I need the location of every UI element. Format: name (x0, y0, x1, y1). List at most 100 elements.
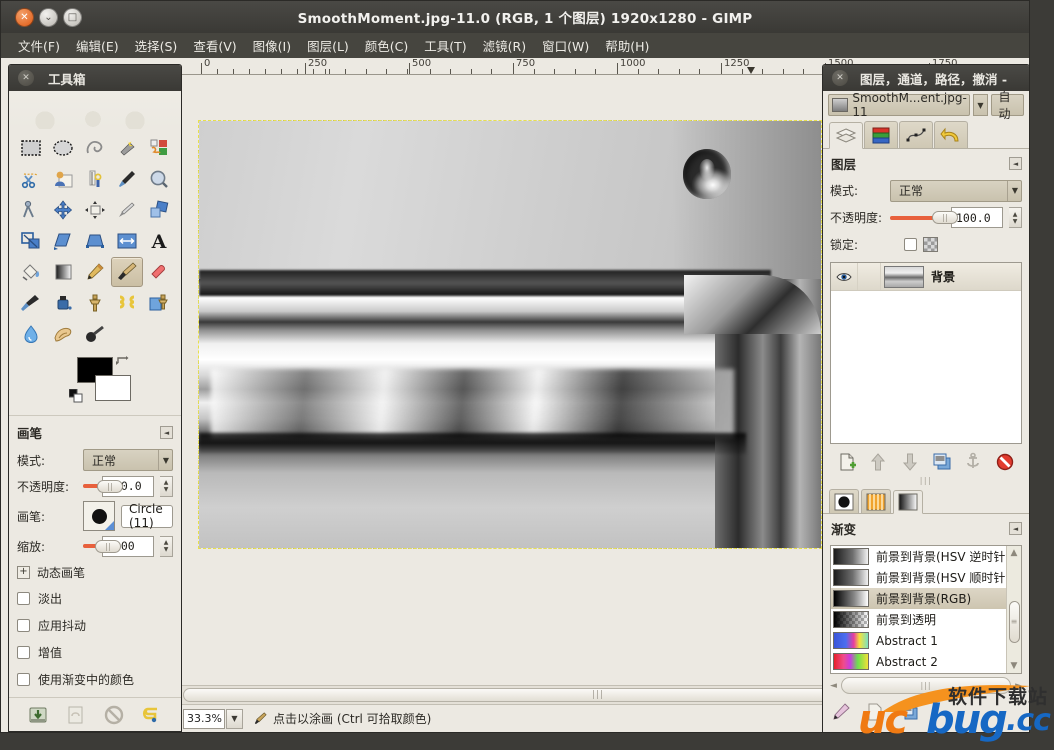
menu-filters[interactable]: 滤镜(R) (475, 34, 534, 57)
duplicate-gradient-icon[interactable] (899, 702, 919, 722)
new-layer-icon[interactable] (837, 452, 857, 472)
tool-gradient[interactable] (47, 257, 79, 287)
auto-follow-button[interactable]: 自动 (991, 90, 1024, 121)
window-maximize-button[interactable]: □ (63, 7, 82, 27)
tool-dodge-burn[interactable] (79, 319, 111, 349)
tool-zoom[interactable] (143, 164, 175, 194)
tab-undo[interactable] (934, 121, 968, 148)
tool-eraser[interactable] (143, 257, 175, 287)
tool-align[interactable] (79, 195, 111, 225)
tab-gradients[interactable] (893, 490, 923, 514)
layer-opacity-input[interactable]: 100.0 (951, 207, 1003, 228)
scroll-down-icon[interactable]: ▼ (1011, 661, 1018, 671)
opacity-spinner[interactable]: ▲ ▼ (160, 475, 173, 497)
menu-image[interactable]: 图像(I) (245, 34, 299, 57)
lower-layer-icon[interactable] (900, 452, 920, 472)
new-gradient-icon[interactable] (865, 702, 885, 722)
brush-name[interactable]: Circle (11) (121, 502, 173, 530)
tool-text[interactable]: A (143, 226, 175, 256)
checkbox-icon[interactable] (17, 592, 30, 605)
anchor-layer-icon[interactable] (963, 452, 983, 472)
brush-preview-button[interactable] (83, 501, 115, 531)
collapse-icon[interactable]: ◄ (1009, 522, 1022, 535)
collapse-icon[interactable]: ◄ (1009, 157, 1022, 170)
window-minimize-button[interactable]: ⌄ (39, 7, 58, 27)
gradient-item-selected[interactable]: 前景到背景(RGB) (831, 588, 1021, 609)
menu-view[interactable]: 查看(V) (185, 34, 244, 57)
background-color-swatch[interactable] (95, 375, 131, 401)
tool-perspective-clone[interactable] (143, 288, 175, 318)
scroll-up-icon[interactable]: ▲ (1011, 548, 1018, 558)
menu-colors[interactable]: 颜色(C) (357, 34, 416, 57)
tool-move[interactable] (47, 195, 79, 225)
menu-edit[interactable]: 编辑(E) (68, 34, 127, 57)
opacity-slider[interactable]: || (83, 479, 123, 493)
lock-alpha-icon[interactable] (923, 237, 938, 252)
menu-help[interactable]: 帮助(H) (597, 34, 657, 57)
layer-opacity-spinner[interactable]: ▲ ▼ (1009, 207, 1022, 228)
menu-file[interactable]: 文件(F) (10, 34, 68, 57)
tool-scissors-select[interactable] (15, 164, 47, 194)
gradient-scroll-thumb[interactable]: ≡ (1008, 600, 1020, 643)
tool-ink[interactable] (47, 288, 79, 318)
reset-tool-options-icon[interactable] (141, 704, 163, 726)
menu-layer[interactable]: 图层(L) (299, 34, 357, 57)
tool-color-picker[interactable] (111, 164, 143, 194)
tool-shear[interactable] (47, 226, 79, 256)
collapse-icon[interactable]: ◄ (160, 426, 173, 439)
gradient-item[interactable]: 前景到背景(HSV 逆时针色调) (831, 546, 1021, 567)
tool-paintbrush[interactable] (111, 257, 143, 287)
tool-free-select[interactable] (79, 133, 111, 163)
tab-patterns[interactable] (861, 489, 891, 513)
gradient-item[interactable]: Abstract 2 (831, 651, 1021, 672)
duplicate-layer-icon[interactable] (932, 452, 952, 472)
tool-flip[interactable] (111, 226, 143, 256)
menu-select[interactable]: 选择(S) (127, 34, 186, 57)
tool-rotate[interactable] (143, 195, 175, 225)
checkbox-incremental[interactable]: 增值 (17, 639, 173, 666)
tab-layers[interactable] (829, 122, 863, 149)
layer-mode-dropdown[interactable]: 正常 ▼ (890, 179, 1022, 202)
image-selector-dropdown[interactable]: ▼ (972, 94, 989, 116)
zoom-dropdown-button[interactable]: ▼ (226, 708, 243, 729)
tool-paths[interactable] (79, 164, 111, 194)
image-selector[interactable]: SmoothM...ent.jpg-11 (828, 91, 970, 119)
restore-tool-options-icon[interactable] (65, 704, 87, 726)
layer-list[interactable]: 背景 (830, 262, 1022, 444)
gradient-item[interactable]: 前景到透明 (831, 609, 1021, 630)
tab-brushes[interactable] (829, 489, 859, 513)
gradient-item[interactable]: 前景到背景(HSV 顺时针色调) (831, 567, 1021, 588)
tab-paths[interactable] (899, 121, 933, 148)
scale-slider[interactable]: || (83, 539, 121, 553)
checkbox-icon[interactable] (17, 619, 30, 632)
reset-colors-icon[interactable] (69, 389, 83, 403)
dock-close-button[interactable]: ✕ (832, 70, 848, 86)
tool-scale[interactable] (15, 226, 47, 256)
gradient-item[interactable]: Abstract 1 (831, 630, 1021, 651)
edit-gradient-icon[interactable] (831, 702, 851, 722)
save-tool-options-icon[interactable] (27, 704, 49, 726)
scale-spinner[interactable]: ▲ ▼ (160, 535, 173, 557)
tool-heal[interactable] (111, 288, 143, 318)
tool-clone[interactable] (79, 288, 111, 318)
tool-bucket-fill[interactable] (15, 257, 47, 287)
tool-blur-sharpen[interactable] (15, 319, 47, 349)
toolbox-close-button[interactable]: ✕ (18, 70, 34, 86)
tool-measure[interactable] (15, 195, 47, 225)
scroll-left-icon[interactable]: ◄ (830, 681, 837, 691)
menu-tools[interactable]: 工具(T) (416, 34, 474, 57)
gradient-list-scrollbar[interactable]: ▲ ≡ ▼ (1006, 546, 1021, 673)
checkbox-use-gradient-color[interactable]: 使用渐变中的颜色 (17, 666, 173, 693)
layer-chain-toggle[interactable] (857, 263, 881, 290)
window-close-button[interactable]: ✕ (15, 7, 34, 27)
layer-row-background[interactable]: 背景 (831, 263, 1021, 291)
gradient-list[interactable]: 前景到背景(HSV 逆时针色调) 前景到背景(HSV 顺时针色调) 前景到背景(… (830, 545, 1022, 674)
swap-colors-icon[interactable] (115, 354, 129, 368)
tool-foreground-select[interactable] (47, 164, 79, 194)
checkbox-icon[interactable] (17, 673, 30, 686)
image-selection-frame[interactable] (198, 120, 822, 549)
tool-crop[interactable] (111, 195, 143, 225)
scroll-right-icon[interactable]: ► (1015, 681, 1022, 691)
checkbox-fade-out[interactable]: 淡出 (17, 585, 173, 612)
tool-perspective[interactable] (79, 226, 111, 256)
